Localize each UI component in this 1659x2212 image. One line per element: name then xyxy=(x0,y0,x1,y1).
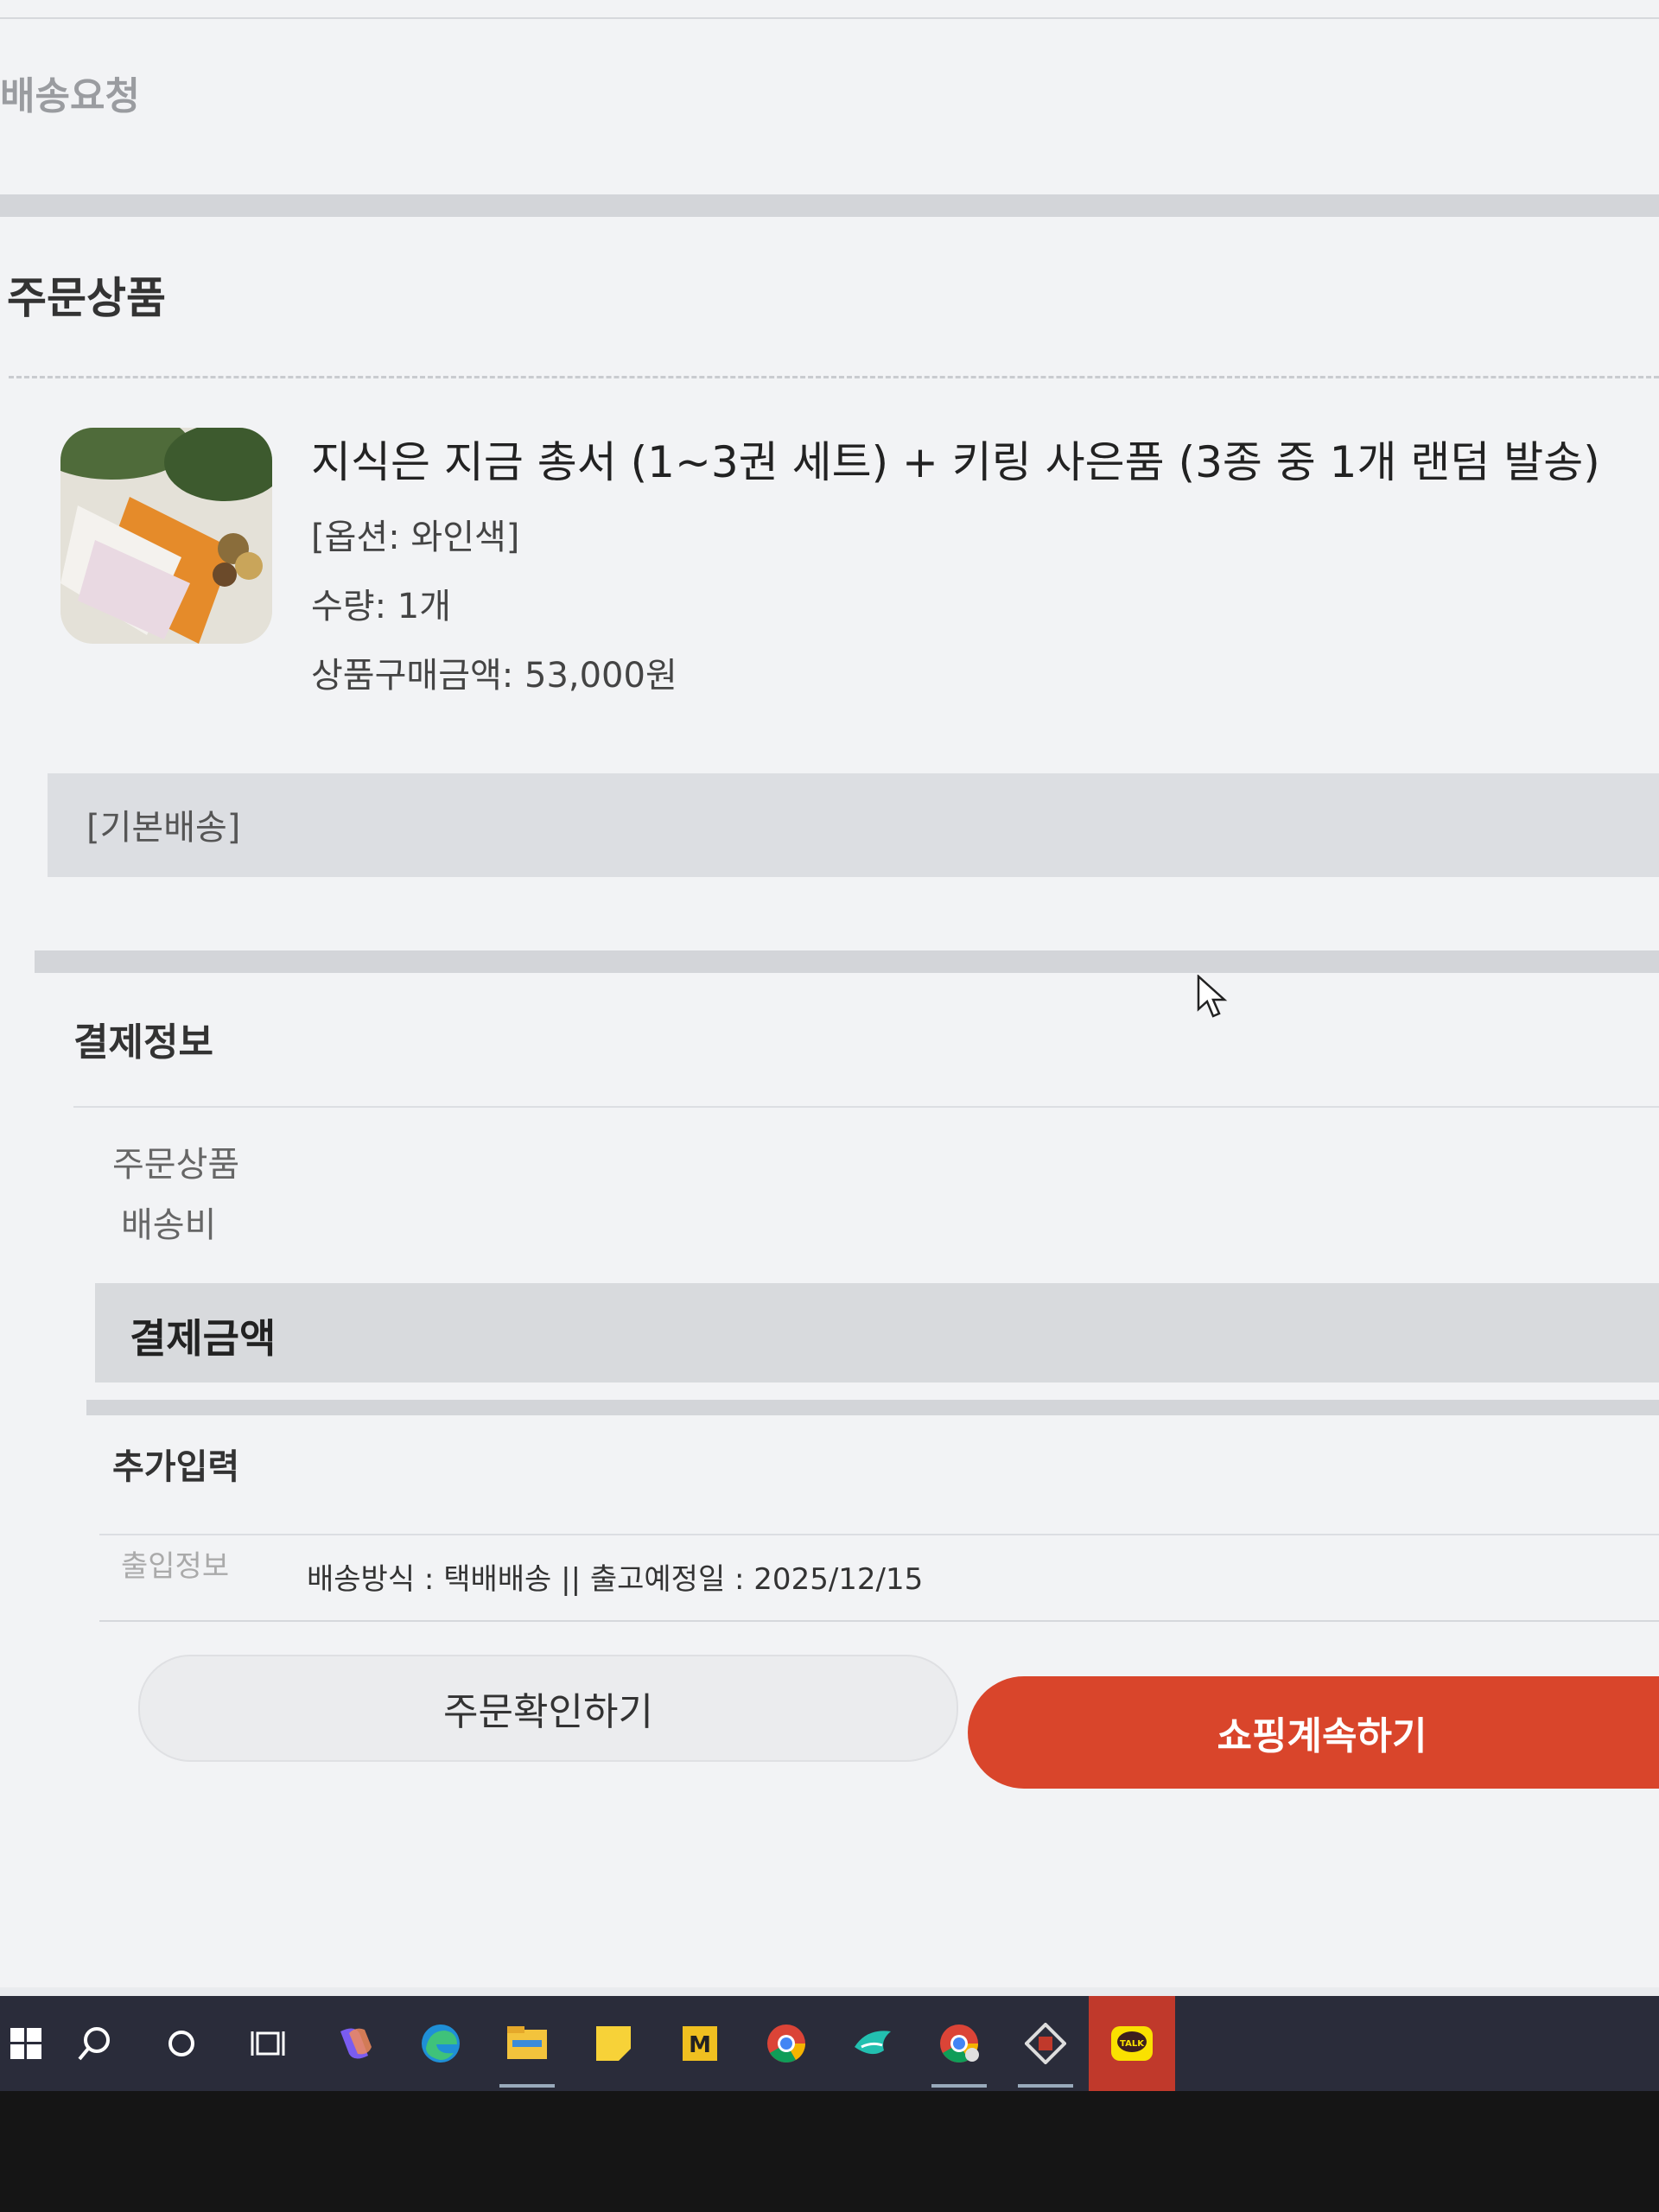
stamp-app-icon[interactable] xyxy=(1002,1996,1089,2091)
section-divider xyxy=(0,194,1659,217)
sticky-notes-icon[interactable] xyxy=(570,1996,657,2091)
bird-app-icon[interactable] xyxy=(830,1996,916,2091)
order-items-label: 주문상품 xyxy=(112,1145,240,1185)
active-indicator xyxy=(1018,2084,1073,2088)
chrome-icon[interactable] xyxy=(743,1996,830,2091)
shipping-type-bar: [기본배송] xyxy=(48,773,1659,877)
product-price: 상품구매금액: 53,000원 xyxy=(311,656,677,696)
divider xyxy=(99,1534,1659,1535)
total-amount-bar: 결제금액 xyxy=(95,1283,1659,1382)
extra-input-title: 추가입력 xyxy=(112,1447,240,1487)
product-thumbnail[interactable] xyxy=(60,428,272,644)
access-info-value: 배송방식 : 택배배송 || 출고예정일 : 2025/12/15 xyxy=(307,1562,924,1597)
order-items-title: 주문상품 xyxy=(7,273,166,323)
access-info-label: 출입정보 xyxy=(121,1549,230,1584)
mouse-cursor-icon xyxy=(1197,974,1228,1023)
cortana-icon[interactable] xyxy=(138,1996,225,2091)
edge-icon[interactable] xyxy=(397,1996,484,2091)
shipping-type-label: [기본배송] xyxy=(86,808,241,848)
active-indicator xyxy=(931,2084,987,2088)
section-divider xyxy=(35,950,1659,973)
payment-info-title: 결제정보 xyxy=(73,1020,213,1065)
divider xyxy=(0,17,1659,19)
product-name[interactable]: 지식은 지금 총서 (1~3권 세트) + 키링 사은품 (3종 중 1개 랜덤… xyxy=(311,428,1600,490)
total-amount-label: 결제금액 xyxy=(130,1315,276,1362)
continue-shopping-button[interactable]: 쇼핑계속하기 xyxy=(968,1676,1659,1789)
product-option: [옵션: 와인색] xyxy=(311,518,520,557)
windows-taskbar: M TALK xyxy=(0,1996,1659,2091)
windows-start-icon[interactable] xyxy=(0,1996,52,2091)
product-quantity: 수량: 1개 xyxy=(311,587,452,626)
section-divider xyxy=(86,1400,1659,1415)
chrome-profile-icon[interactable] xyxy=(916,1996,1002,2091)
task-view-icon[interactable] xyxy=(225,1996,311,2091)
shipping-fee-label: 배송비 xyxy=(121,1205,217,1245)
divider xyxy=(99,1620,1659,1622)
active-indicator xyxy=(499,2084,555,2088)
svg-text:TALK: TALK xyxy=(1120,2039,1145,2049)
svg-text:M: M xyxy=(689,2032,711,2058)
dashed-divider xyxy=(9,376,1659,378)
order-complete-page: 배송요청 주문상품 지식은 지금 총서 (1~3권 세트) + 키링 사은품 (… xyxy=(0,0,1659,1987)
search-icon[interactable] xyxy=(52,1996,138,2091)
confirm-order-button[interactable]: 주문확인하기 xyxy=(138,1655,958,1762)
monitor-bezel xyxy=(0,2091,1659,2212)
delivery-request-label: 배송요청 xyxy=(0,74,140,118)
product-item: 지식은 지금 총서 (1~3권 세트) + 키링 사은품 (3종 중 1개 랜덤… xyxy=(60,428,1633,696)
divider xyxy=(73,1106,1659,1108)
copilot-icon[interactable] xyxy=(311,1996,397,2091)
m-app-icon[interactable]: M xyxy=(657,1996,743,2091)
kakaotalk-icon[interactable]: TALK xyxy=(1089,1996,1175,2091)
file-explorer-icon[interactable] xyxy=(484,1996,570,2091)
